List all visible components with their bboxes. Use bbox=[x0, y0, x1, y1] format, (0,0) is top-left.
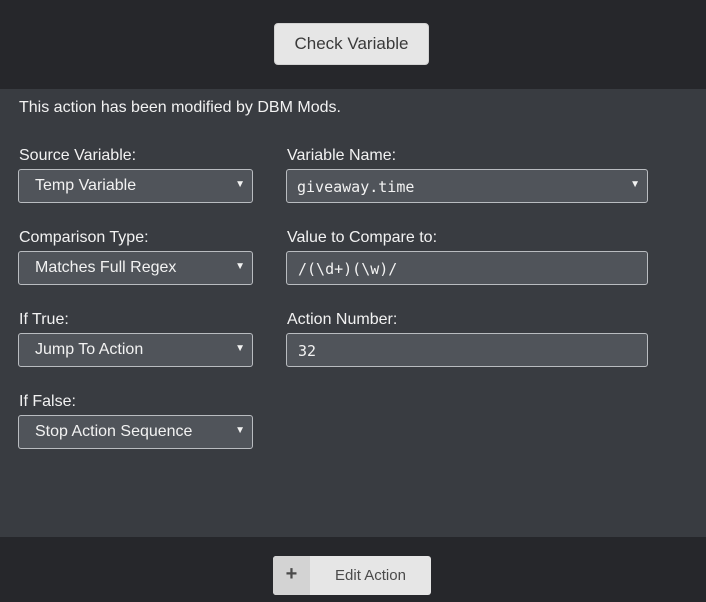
comparison-type-value: Matches Full Regex bbox=[35, 259, 177, 276]
chevron-down-icon: ▼ bbox=[235, 425, 245, 436]
plus-icon: + bbox=[273, 556, 310, 595]
if-true-select[interactable]: Jump To Action ▼ bbox=[18, 333, 253, 367]
if-false-value: Stop Action Sequence bbox=[35, 423, 193, 440]
chevron-down-icon: ▼ bbox=[235, 179, 245, 190]
mods-notice: This action has been modified by DBM Mod… bbox=[19, 99, 341, 116]
comparison-type-label: Comparison Type: bbox=[19, 229, 149, 246]
source-variable-select[interactable]: Temp Variable ▼ bbox=[18, 169, 253, 203]
bottom-bar: + Edit Action bbox=[0, 537, 706, 602]
if-false-select[interactable]: Stop Action Sequence ▼ bbox=[18, 415, 253, 449]
value-to-compare-input[interactable]: /(\d+)(\w)/ bbox=[286, 251, 648, 285]
action-settings-panel: This action has been modified by DBM Mod… bbox=[0, 89, 706, 537]
action-number-label: Action Number: bbox=[287, 311, 398, 328]
chevron-down-icon: ▼ bbox=[630, 179, 640, 190]
top-bar: Check Variable bbox=[0, 0, 706, 89]
action-number-value: 32 bbox=[298, 342, 317, 360]
variable-name-value: giveaway.time bbox=[297, 178, 415, 196]
value-to-compare-value: /(\d+)(\w)/ bbox=[298, 260, 398, 278]
if-false-label: If False: bbox=[19, 393, 76, 410]
comparison-type-select[interactable]: Matches Full Regex ▼ bbox=[18, 251, 253, 285]
value-to-compare-label: Value to Compare to: bbox=[287, 229, 438, 246]
source-variable-label: Source Variable: bbox=[19, 147, 137, 164]
check-variable-button[interactable]: Check Variable bbox=[274, 23, 429, 65]
edit-action-label: Edit Action bbox=[335, 567, 406, 584]
if-true-value: Jump To Action bbox=[35, 341, 144, 358]
source-variable-value: Temp Variable bbox=[35, 177, 137, 194]
edit-action-button[interactable]: + Edit Action bbox=[273, 556, 431, 595]
variable-name-select[interactable]: giveaway.time ▼ bbox=[286, 169, 648, 203]
if-true-label: If True: bbox=[19, 311, 69, 328]
variable-name-label: Variable Name: bbox=[287, 147, 397, 164]
chevron-down-icon: ▼ bbox=[235, 261, 245, 272]
action-number-input[interactable]: 32 bbox=[286, 333, 648, 367]
chevron-down-icon: ▼ bbox=[235, 343, 245, 354]
